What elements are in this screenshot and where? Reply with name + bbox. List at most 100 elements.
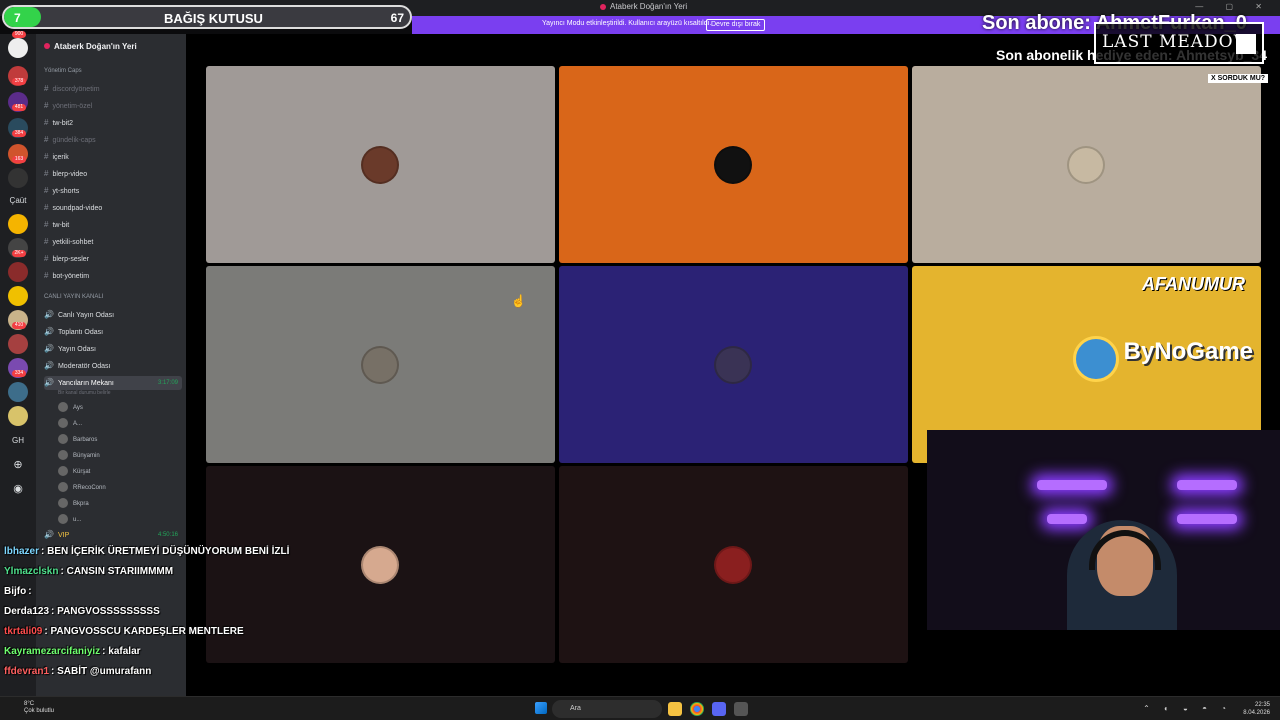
start-button[interactable] (535, 702, 547, 714)
server-icon[interactable] (8, 168, 28, 188)
unread-badge: 378 (12, 78, 26, 85)
chat-message: Bijfo: (4, 586, 32, 597)
voice-tile[interactable] (559, 66, 908, 263)
system-tray[interactable]: ⌃ ◐ ◒ ◓ ◔ (1143, 704, 1232, 713)
clock-date: 8.04.2026 (1243, 710, 1270, 716)
window-controls[interactable]: — ▢ ✕ (1195, 2, 1272, 11)
last-meadow-text: LAST MEADOW (1102, 32, 1253, 52)
channel-item[interactable]: 🔊 Yayın Odası (44, 342, 182, 356)
voice-tile[interactable] (206, 266, 555, 463)
voice-member[interactable]: A... (58, 417, 82, 431)
channel-item[interactable]: # gündelik-caps (44, 133, 182, 147)
voice-member[interactable]: Kürşat (58, 465, 90, 479)
voice-member[interactable]: RRecoConn (58, 481, 106, 495)
channel-category[interactable]: Yönetim Caps (44, 64, 182, 78)
channel-item[interactable]: # blerp-video (44, 167, 182, 181)
taskbar-search[interactable]: Ara (552, 700, 662, 718)
voice-member[interactable]: Barbaros (58, 433, 97, 447)
text-channel-icon: # (44, 118, 49, 127)
server-icon[interactable] (8, 286, 28, 306)
chat-message: Kayramezarcifaniyiz: kafalar (4, 646, 141, 657)
server-label-cault[interactable]: Çaüt (0, 196, 36, 205)
chat-text: : (28, 586, 32, 597)
add-server-icon[interactable]: ⊕ (0, 458, 36, 471)
chat-username: tkrtali09 (4, 626, 43, 637)
voice-member[interactable]: Ays (58, 401, 83, 415)
channel-label: CANLI YAYIN KANALI (44, 294, 104, 300)
voice-icon: 🔊 (44, 530, 54, 539)
channel-item[interactable]: # tw-bit2 (44, 116, 182, 130)
donation-count: 67 (390, 11, 404, 25)
clock[interactable]: 22:35 8.04.2026 (1243, 701, 1270, 717)
channel-item[interactable]: # tw-bit (44, 218, 182, 232)
text-channel-icon: # (44, 186, 49, 195)
chrome-icon[interactable] (690, 702, 704, 716)
avatar (714, 546, 752, 584)
chat-message: ffdevran1: SABİT @umurafann (4, 666, 151, 677)
avatar (361, 146, 399, 184)
channel-item[interactable]: 🔊 Moderatör Odası (44, 359, 182, 373)
channel-label: blerp-sesler (52, 256, 90, 263)
channel-item[interactable]: # bot-yönetim (44, 269, 182, 283)
weather-widget[interactable]: 8°C Çok bulutlu (24, 701, 54, 715)
weather-desc: Çok bulutlu (24, 708, 55, 714)
channel-item[interactable]: 🔊 Canlı Yayın Odası (44, 308, 182, 322)
unread-badge: 410 (12, 322, 26, 329)
taskbar: 8°C Çok bulutlu Ara ⌃ ◐ ◒ ◓ ◔ 22:35 8.04… (0, 696, 1280, 720)
unread-badge: 900 (12, 31, 26, 38)
server-icon[interactable] (8, 38, 28, 58)
voice-tile[interactable] (912, 66, 1261, 263)
mouse-cursor-icon: ☝ (511, 294, 526, 308)
discord-icon[interactable] (712, 702, 726, 716)
channel-item[interactable]: 🔊 Toplantı Odası (44, 325, 182, 339)
neon-light (1177, 514, 1237, 524)
chat-username: Derda123 (4, 606, 50, 617)
channel-item[interactable]: # soundpad-video (44, 201, 182, 215)
text-channel-icon: # (44, 101, 49, 110)
clock-time: 22:35 (1254, 702, 1270, 708)
voice-member[interactable]: Bkpra (58, 497, 89, 511)
server-icon[interactable] (8, 334, 28, 354)
channel-status[interactable]: Bir kanal durumu belirle (58, 386, 196, 400)
discover-icon[interactable]: ◉ (0, 482, 36, 495)
file-explorer-icon[interactable] (668, 702, 682, 716)
sorduk-badge: X SORDUK MU? (1208, 74, 1269, 83)
channel-item[interactable]: # içerik (44, 150, 182, 164)
window-title: Ataberk Doğan'ın Yeri (600, 2, 687, 11)
screen: Ataberk Doğan'ın Yeri — ▢ ✕ Yayıncı Modu… (0, 0, 1280, 720)
voice-tile[interactable] (206, 66, 555, 263)
voice-tile[interactable] (559, 266, 908, 463)
channel-item[interactable]: # yönetim-özel (44, 99, 182, 113)
server-icon[interactable] (8, 382, 28, 402)
chat-text: : BEN İÇERİK ÜRETMEYİ DÜŞÜNÜYORUM BENİ İ… (41, 546, 290, 557)
unread-badge: 2K+ (12, 250, 26, 257)
voice-channel-icon: 🔊 (44, 327, 54, 336)
channel-category[interactable]: CANLI YAYIN KANALI (44, 290, 182, 304)
guild-name[interactable]: Ataberk Doğan'ın Yeri (44, 42, 137, 51)
disable-streamer-mode-button[interactable]: Devre dışı bırak (706, 19, 766, 31)
app-icon[interactable] (734, 702, 748, 716)
sponsor-afanumur: AFANUMUR (1142, 274, 1245, 294)
neon-light (1037, 480, 1107, 490)
channel-label: Canlı Yayın Odası (57, 312, 115, 319)
channel-item[interactable]: # yetkili-sohbet (44, 235, 182, 249)
channel-label: Yayın Odası (57, 346, 96, 353)
channel-label: blerp-video (52, 171, 88, 178)
server-icon[interactable] (8, 406, 28, 426)
server-icon[interactable] (8, 262, 28, 282)
donation-progress-fill (4, 7, 41, 27)
voice-member[interactable]: u... (58, 513, 81, 527)
channel-item[interactable]: # discordyönetim (44, 82, 182, 96)
text-channel-icon: # (44, 254, 49, 263)
voice-member[interactable]: Bünyamin (58, 449, 100, 463)
channel-item[interactable]: # blerp-sesler (44, 252, 182, 266)
chat-text: : CANSIN STARIIMMMM (60, 566, 174, 577)
server-label-gh[interactable]: GH (0, 436, 36, 445)
text-channel-icon: # (44, 271, 49, 280)
channel-item[interactable]: # yt-shorts (44, 184, 182, 198)
text-channel-icon: # (44, 220, 49, 229)
channel-label: tw-bit2 (52, 120, 74, 127)
server-icon[interactable] (8, 214, 28, 234)
channel-label: gündelik-caps (52, 137, 96, 144)
voice-tile[interactable] (559, 466, 908, 663)
